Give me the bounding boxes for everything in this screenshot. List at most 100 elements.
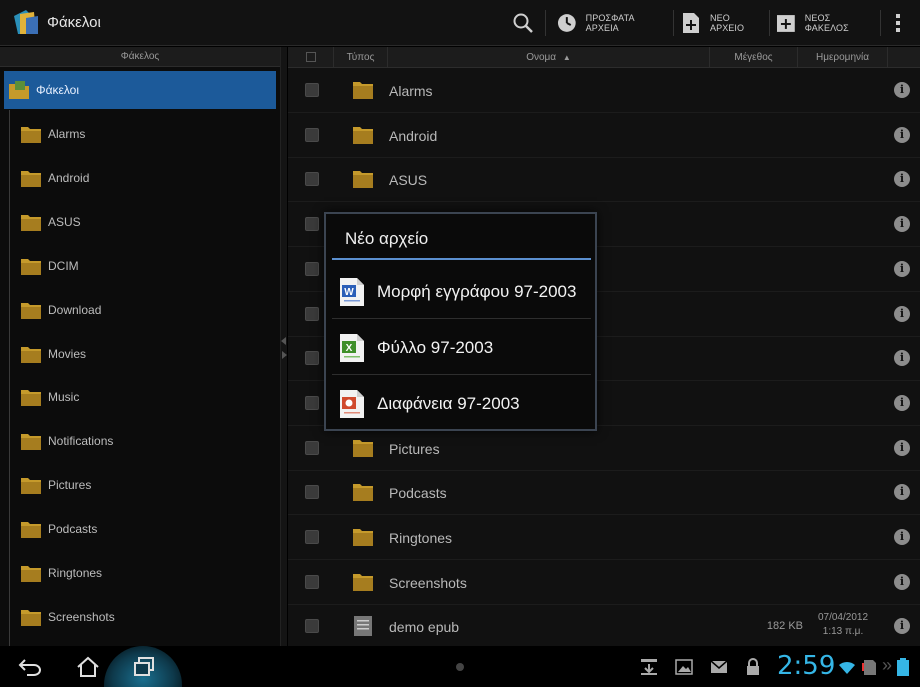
info-icon[interactable]: i: [894, 529, 910, 545]
system-bar: 2:59 »: [0, 646, 920, 687]
new-folder-button[interactable]: ΝΕΟΣ ΦΑΚΕΛΟΣ: [776, 0, 876, 46]
file-list-header: Τύπος Ονομα ▲ Μέγεθος Ημερομηνία: [288, 47, 920, 68]
file-name: Ringtones: [389, 530, 453, 546]
folder-icon: [353, 439, 373, 457]
folder-icon: [353, 82, 373, 99]
file-row[interactable]: demo epub 182 KB 07/04/2012 1:13 π.μ. i: [288, 605, 920, 646]
tree-item-notifications[interactable]: Notifications: [20, 419, 270, 463]
info-icon[interactable]: i: [894, 439, 910, 456]
app-title: Φάκελοι: [47, 14, 101, 31]
column-type[interactable]: Τύπος: [334, 47, 388, 68]
file-name: Alarms: [389, 83, 433, 99]
tree-item-android[interactable]: Android: [20, 156, 270, 200]
tree-connector: [9, 110, 10, 670]
info-icon[interactable]: i: [894, 350, 910, 367]
tree-item-pictures[interactable]: Pictures: [20, 463, 270, 507]
recent-files-label: ΠΡΟΣΦΑΤΑ ΑΡΧΕΙΑ: [585, 13, 635, 33]
tree-item-label: Ringtones: [48, 566, 103, 580]
file-row[interactable]: Podcasts i: [288, 471, 920, 516]
row-checkbox[interactable]: [305, 261, 319, 276]
download-notification-icon[interactable]: [640, 658, 658, 676]
file-row[interactable]: Alarms i: [288, 69, 920, 113]
row-checkbox[interactable]: [305, 574, 319, 589]
recent-apps-icon: [134, 656, 154, 676]
info-icon[interactable]: i: [894, 126, 910, 143]
row-checkbox[interactable]: [305, 395, 319, 410]
clock-icon: [557, 14, 576, 32]
gallery-notification-icon[interactable]: [675, 658, 693, 676]
tree-item-label: Notifications: [48, 434, 114, 449]
new-file-button[interactable]: ΝΕΟ ΑΡΧΕΙΟ: [682, 0, 766, 46]
recent-files-button[interactable]: ΠΡΟΣΦΑΤΑ ΑΡΧΕΙΑ: [556, 0, 668, 46]
tree-item-label: Music: [48, 390, 80, 405]
tree-item-movies[interactable]: Movies: [20, 332, 270, 376]
row-checkbox[interactable]: [305, 172, 319, 187]
tree-item-music[interactable]: Music: [20, 375, 270, 419]
file-row[interactable]: Pictures i: [288, 427, 920, 471]
lock-notification-icon[interactable]: [744, 658, 762, 676]
row-checkbox[interactable]: [305, 530, 319, 544]
chevron-right-icon: »: [882, 655, 893, 675]
info-icon[interactable]: i: [894, 394, 910, 411]
info-icon[interactable]: i: [894, 171, 910, 188]
file-row[interactable]: Android i: [288, 114, 920, 158]
presentation-icon: [340, 389, 364, 418]
info-icon[interactable]: i: [894, 260, 910, 277]
status-clock[interactable]: 2:59: [777, 651, 835, 681]
pane-splitter[interactable]: [280, 47, 287, 646]
search-icon: [513, 13, 533, 33]
column-date[interactable]: Ημερομηνία: [798, 47, 888, 68]
row-checkbox[interactable]: [305, 83, 319, 97]
tree-item-label: Screenshots: [48, 609, 115, 624]
search-button[interactable]: [512, 0, 538, 46]
row-checkbox[interactable]: [305, 440, 319, 455]
tree-item-asus[interactable]: ASUS: [20, 200, 270, 244]
column-size[interactable]: Μέγεθος: [710, 47, 798, 68]
row-checkbox[interactable]: [305, 619, 319, 634]
row-checkbox[interactable]: [305, 351, 319, 366]
tree-item-label: ASUS: [48, 214, 81, 229]
info-icon[interactable]: i: [894, 305, 910, 322]
column-name[interactable]: Ονομα ▲: [388, 47, 710, 68]
new-folder-label: ΝΕΟΣ ΦΑΚΕΛΟΣ: [804, 13, 849, 33]
app-logo-icon: [14, 10, 38, 34]
home-button[interactable]: [70, 646, 106, 687]
tree-item-screenshots[interactable]: Screenshots: [20, 595, 270, 639]
row-checkbox[interactable]: [305, 485, 319, 500]
row-checkbox[interactable]: [305, 217, 319, 232]
new-presentation-option[interactable]: Διαφάνεια 97-2003: [332, 376, 591, 431]
info-icon[interactable]: i: [894, 484, 910, 501]
new-word-document-option[interactable]: W Μορφή εγγράφου 97-2003: [332, 264, 591, 319]
tree-root-folders[interactable]: Φάκελοι: [4, 71, 276, 109]
row-checkbox[interactable]: [305, 306, 319, 321]
home-folder-icon: [9, 81, 29, 99]
file-row[interactable]: Screenshots i: [288, 561, 920, 605]
tree-item-label: Alarms: [48, 127, 86, 141]
email-notification-icon[interactable]: [710, 658, 728, 676]
new-spreadsheet-option[interactable]: X Φύλλο 97-2003: [332, 320, 591, 375]
folder-icon: [21, 566, 41, 582]
spreadsheet-icon: X: [340, 333, 364, 362]
tree-item-alarms[interactable]: Alarms: [20, 112, 270, 156]
info-icon[interactable]: i: [894, 216, 910, 233]
word-document-icon: W: [340, 277, 364, 306]
recent-apps-button[interactable]: [126, 646, 162, 687]
row-checkbox[interactable]: [305, 127, 319, 142]
folder-tree-header: Φάκελος: [0, 47, 280, 67]
back-button[interactable]: [12, 646, 48, 687]
new-folder-icon: [776, 15, 795, 32]
file-row[interactable]: ASUS i: [288, 158, 920, 203]
select-all-checkbox[interactable]: [305, 52, 316, 62]
tree-item-dcim[interactable]: DCIM: [20, 244, 270, 288]
info-icon[interactable]: i: [894, 573, 910, 590]
tree-item-podcasts[interactable]: Podcasts: [20, 507, 270, 551]
select-all-column[interactable]: [288, 47, 334, 68]
info-icon[interactable]: i: [894, 618, 910, 635]
new-file-dialog: Νέο αρχείο W Μορφή εγγράφου 97-2003 X Φύ…: [324, 212, 597, 431]
tree-item-ringtones[interactable]: Ringtones: [20, 551, 270, 595]
tree-item-download[interactable]: Download: [20, 288, 270, 332]
overflow-menu-button[interactable]: [890, 0, 906, 46]
info-icon[interactable]: i: [894, 82, 910, 98]
file-row[interactable]: Ringtones i: [288, 516, 920, 560]
file-date: 07/04/2012 1:13 π.μ.: [798, 611, 888, 639]
